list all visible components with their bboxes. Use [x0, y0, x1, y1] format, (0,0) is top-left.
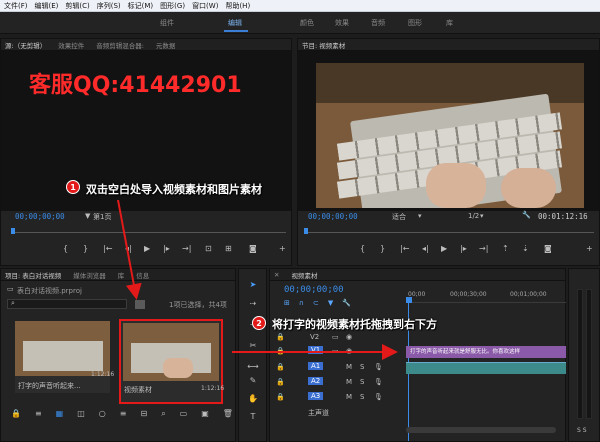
- arrow-step-1: [117, 199, 142, 300]
- annotation-arrows: [117, 199, 398, 360]
